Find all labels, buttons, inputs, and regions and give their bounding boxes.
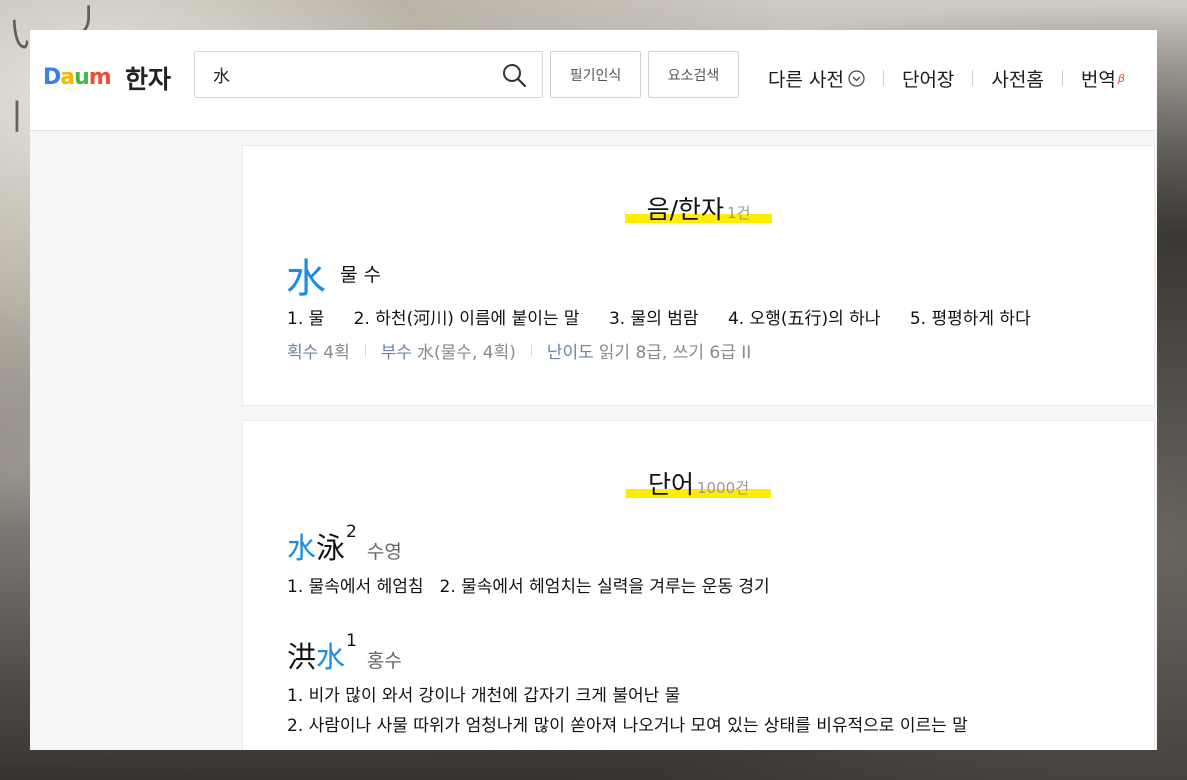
result-count: 1건 xyxy=(727,204,751,222)
meaning-item: 2. 하천(河川) 이름에 붙이는 말 xyxy=(353,309,580,329)
word-char: 洪 xyxy=(287,640,317,674)
meaning-item: 5. 평평하게 하다 xyxy=(909,309,1031,329)
nav-divider xyxy=(972,70,974,86)
section-heading: 단어 1000건 xyxy=(626,465,771,501)
daum-logo[interactable]: Daum xyxy=(43,62,112,92)
word-char: 水 xyxy=(316,640,346,674)
word-char: 泳 xyxy=(316,531,346,565)
nav-translate[interactable]: 번역 β xyxy=(1081,65,1125,92)
meta-divider xyxy=(364,344,366,357)
section-title: 단어 1000건 xyxy=(243,465,1154,501)
word-entry[interactable]: 洪水1 홍수 xyxy=(287,631,402,676)
word-result-card: 단어 1000건 水泳2수영 1. 물속에서 헤엄침 2. 물속에서 헤엄치는 실력… xyxy=(242,420,1155,750)
meaning-item: 1. 물 xyxy=(287,309,325,329)
logo-letter: D xyxy=(43,64,61,90)
nav-divider xyxy=(1061,70,1063,86)
chevron-down-icon xyxy=(848,69,865,87)
dictionary-window: Daum 한자 필기인식 요소검색 다른 사전 단어장 사전홈 xyxy=(30,30,1157,750)
meaning-item: 4. 오행(五行)의 하나 xyxy=(727,309,881,329)
meta-divider xyxy=(530,344,532,357)
homonym-number: 1 xyxy=(346,631,357,651)
section-label: 음/한자 xyxy=(646,195,725,224)
strokes-label: 획수 xyxy=(287,343,319,363)
definition-item: 1. 물속에서 헤엄침 xyxy=(287,577,424,597)
radical-label: 부수 xyxy=(380,343,413,363)
result-count: 1000건 xyxy=(697,479,749,497)
section-title: 음/한자 1건 xyxy=(243,190,1154,226)
definition-item: 2. 사람이나 사물 따위가 엄청나게 많이 쏟아져 나오거나 모여 있는 상태… xyxy=(287,716,968,736)
word-reading: 수영 xyxy=(366,541,402,563)
background-brush-stroke: 丨 xyxy=(0,98,34,138)
section-label: 단어 xyxy=(648,470,695,499)
nav-other-dictionaries[interactable]: 다른 사전 xyxy=(768,65,865,92)
search-box xyxy=(194,51,543,98)
level-value: 읽기 8급, 쓰기 6급 II xyxy=(598,343,752,363)
definition-item: 2. 물속에서 헤엄치는 실력을 겨루는 운동 경기 xyxy=(439,577,770,597)
hanja-character[interactable]: 水 xyxy=(286,246,326,304)
word-reading: 홍수 xyxy=(366,650,402,672)
word-definitions: 1. 물속에서 헤엄침 2. 물속에서 헤엄치는 실력을 겨루는 운동 경기 xyxy=(287,572,786,597)
search-input[interactable] xyxy=(213,60,483,88)
meaning-item: 3. 물의 범람 xyxy=(608,309,699,329)
logo-letter: a xyxy=(60,64,75,90)
top-nav: 다른 사전 단어장 사전홈 번역 β xyxy=(768,63,1125,93)
nav-label: 다른 사전 xyxy=(768,68,844,91)
section-heading: 음/한자 1건 xyxy=(624,190,773,226)
word-entry[interactable]: 水泳2 수영 xyxy=(287,522,402,567)
radical-value[interactable]: 水(물수, 4획) xyxy=(417,338,516,363)
header-bar: Daum 한자 필기인식 요소검색 다른 사전 단어장 사전홈 xyxy=(30,30,1157,131)
level-label: 난이도 xyxy=(546,343,594,363)
hanja-meta: 획수 4획 부수 水(물수, 4획) 난이도 읽기 8급, 쓰기 6급 II xyxy=(287,338,751,363)
service-title[interactable]: 한자 xyxy=(125,60,171,96)
definition-item: 1. 비가 많이 와서 강이나 개천에 갑자기 크게 불어난 물 xyxy=(287,686,681,706)
hanja-meanings: 1. 물 2. 하천(河川) 이름에 붙이는 말 3. 물의 범람 4. 오행(… xyxy=(287,304,1055,329)
search-icon[interactable] xyxy=(501,62,527,88)
word-char: 水 xyxy=(287,531,317,565)
logo-letter: u xyxy=(74,64,90,90)
nav-divider xyxy=(882,70,884,86)
hanja-result-card: 음/한자 1건 水 물 수 1. 물 2. 하천(河川) 이름에 붙이는 말 3.… xyxy=(242,145,1155,406)
hanja-reading[interactable]: 물 수 xyxy=(340,260,381,287)
strokes-value: 4획 xyxy=(323,343,350,363)
beta-badge: β xyxy=(1117,71,1125,85)
nav-wordbook[interactable]: 단어장 xyxy=(902,65,954,92)
logo-letter: m xyxy=(88,64,112,90)
logo-wordmark: Daum xyxy=(43,64,112,90)
element-search-button[interactable]: 요소검색 xyxy=(648,51,739,98)
nav-label: 번역 xyxy=(1080,68,1116,91)
nav-dictionary-home[interactable]: 사전홈 xyxy=(991,65,1043,92)
handwriting-button[interactable]: 필기인식 xyxy=(550,51,641,98)
homonym-number: 2 xyxy=(346,522,357,542)
